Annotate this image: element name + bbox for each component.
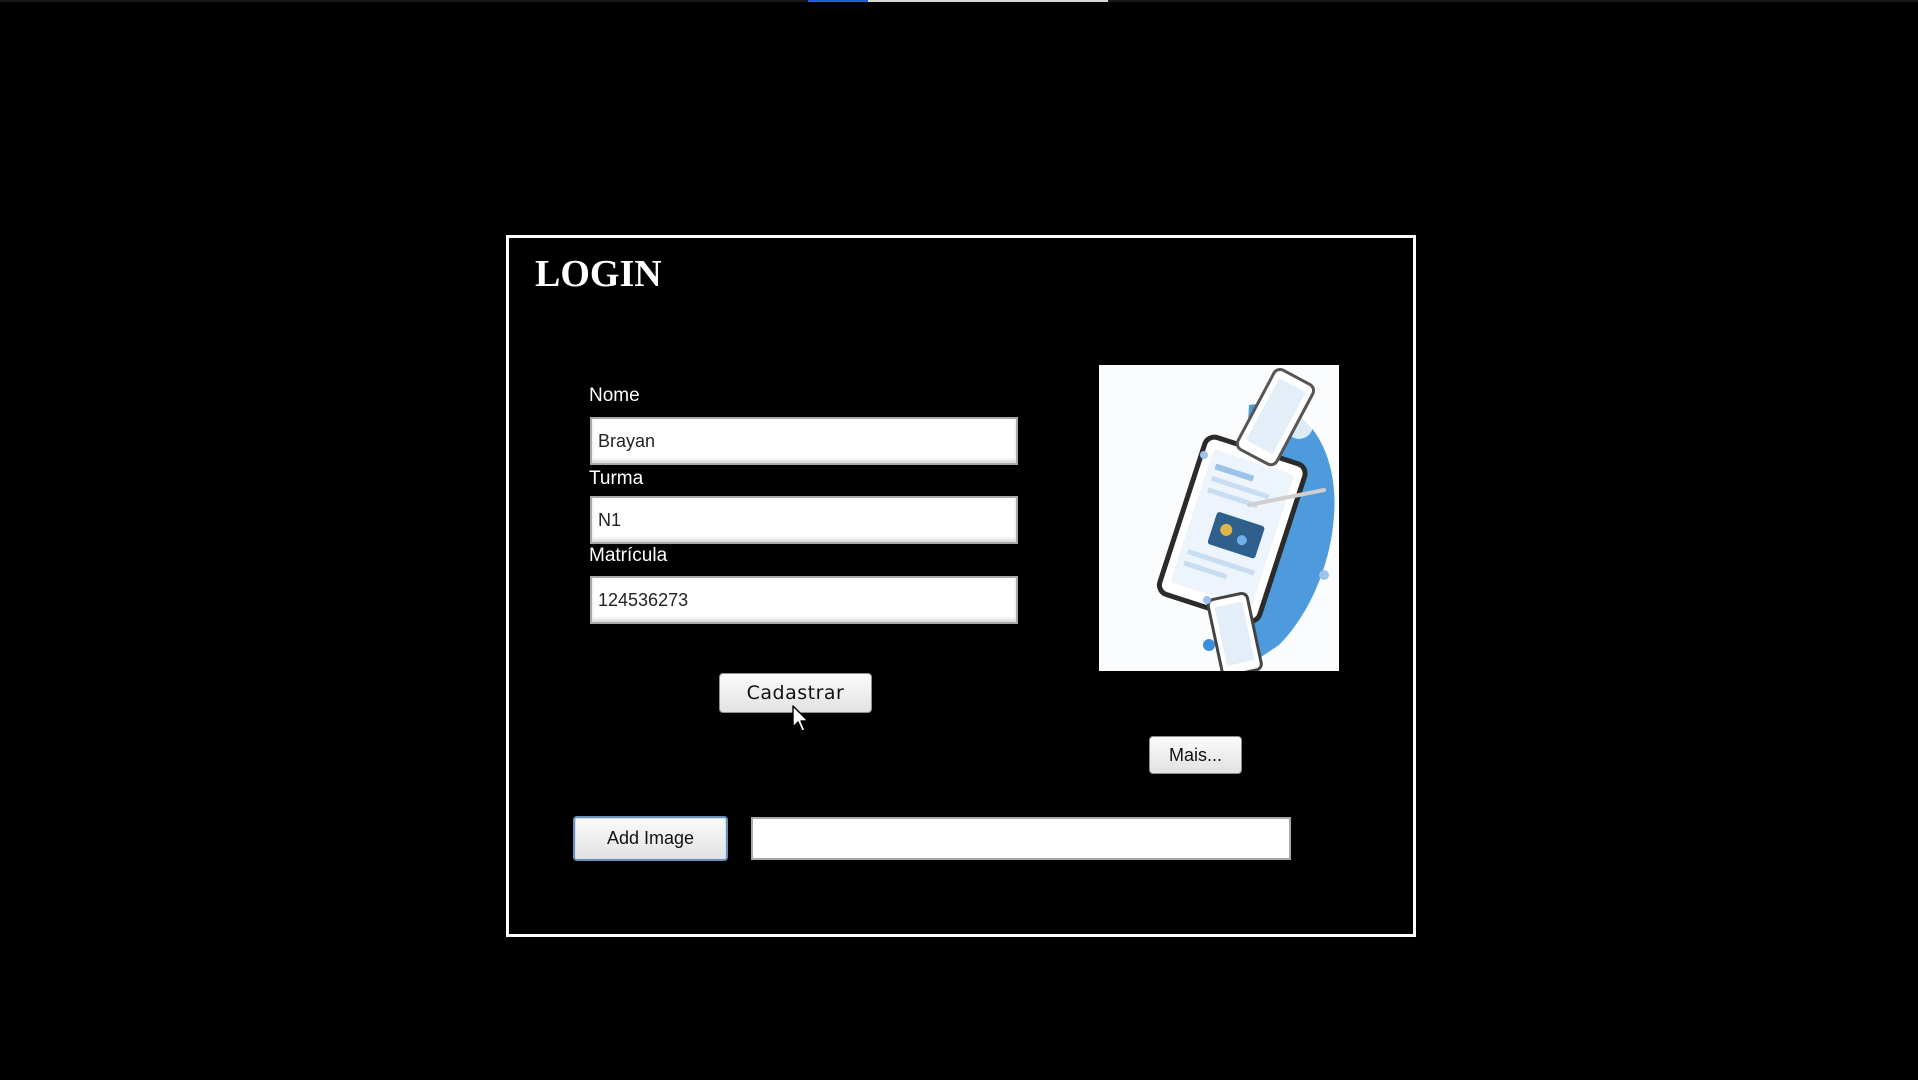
mouse-pointer-icon — [792, 705, 809, 732]
devices-illustration-icon — [1156, 368, 1335, 671]
image-path-field[interactable] — [751, 817, 1291, 860]
strip-segment-blue — [808, 0, 868, 2]
mais-button[interactable]: Mais... — [1149, 736, 1242, 774]
top-progress-strip — [0, 0, 1918, 2]
matricula-field[interactable] — [590, 576, 1018, 624]
login-panel: LOGIN Nome Turma Matrícula Cadastrar — [506, 235, 1416, 937]
matricula-label: Matrícula — [589, 545, 668, 566]
nome-field[interactable] — [590, 417, 1018, 465]
turma-label: Turma — [589, 468, 644, 489]
add-image-button[interactable]: Add Image — [573, 816, 728, 861]
nome-label: Nome — [589, 385, 640, 406]
image-preview — [1099, 365, 1339, 671]
strip-segment-white — [868, 0, 1108, 2]
turma-field[interactable] — [590, 496, 1018, 544]
page-title: LOGIN — [535, 253, 662, 295]
